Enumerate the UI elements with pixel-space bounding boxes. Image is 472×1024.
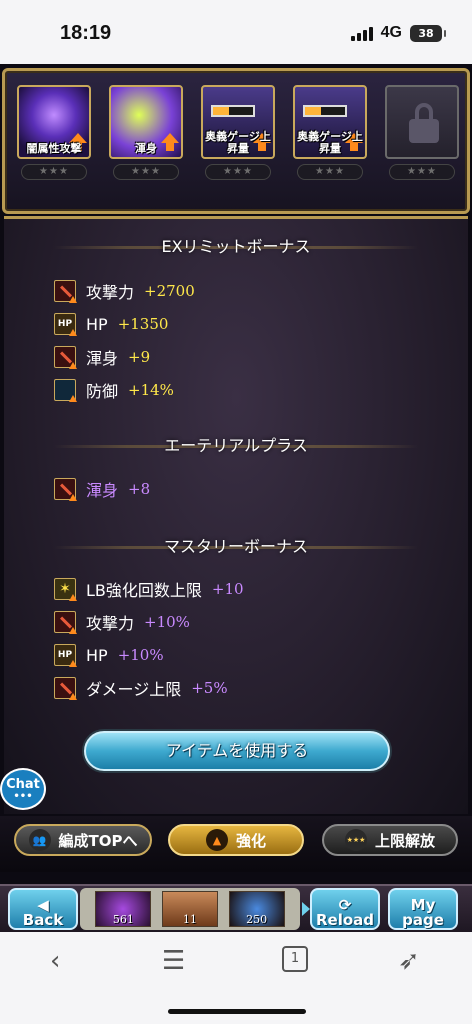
skill-dark-attack[interactable]: 闇属性攻撃 ★★★ <box>17 85 91 180</box>
bonus-name: 攻撃力 <box>86 614 135 633</box>
skill-stars: ★★★ <box>389 164 455 180</box>
chevron-right-icon[interactable] <box>302 902 310 916</box>
quick-item[interactable]: 11 <box>161 891 218 927</box>
bonus-name: 渾身 <box>86 481 119 500</box>
bonus-name: 攻撃力 <box>86 283 135 302</box>
hp-icon: HP <box>54 644 77 667</box>
quick-items: 561 11 250 <box>80 888 310 930</box>
attack-icon <box>54 478 77 501</box>
bonus-row: 防御 +14% <box>54 378 174 402</box>
game-navbar: ◀ Back 561 11 250 ⟳ Reload My page <box>0 884 472 932</box>
section-header-mastery: マスタリーボーナス <box>54 535 418 559</box>
reload-button[interactable]: ⟳ Reload <box>310 888 380 930</box>
bonus-name: ダメージ上限 <box>86 680 182 699</box>
lock-icon <box>385 85 459 159</box>
chat-dots: ••• <box>13 791 33 802</box>
attack-icon <box>54 346 77 369</box>
up-arrow-icon <box>161 133 179 151</box>
skill-gauge-2[interactable]: 奥義ゲージ上昇量 ★★★ <box>293 85 367 180</box>
action-bar: 👥 編成TOPへ ▲ 強化 ★★★ 上限解放 <box>0 816 472 872</box>
skill-label: 奥義ゲージ上昇量 <box>297 130 363 155</box>
use-item-button[interactable]: アイテムを使用する <box>84 731 390 771</box>
skill-row: 闇属性攻撃 ★★★ 渾身 ★★★ 奥義ゲージ上昇量 ★★★ 奥義ゲージ上昇量 ★… <box>2 68 470 214</box>
bonus-name: HP <box>86 645 108 665</box>
bonus-row: HP HP +1350 <box>54 312 168 336</box>
quick-item[interactable]: 561 <box>95 891 152 927</box>
skill-stars: ★★★ <box>21 164 87 180</box>
tabs-button[interactable]: 1 <box>282 946 308 972</box>
browser-back-icon[interactable]: ‹ <box>50 946 60 976</box>
status-bar: 18:19 4G 38 <box>0 0 472 64</box>
party-icon: 👥 <box>28 829 51 851</box>
dark-attack-icon: 闇属性攻撃 <box>17 85 91 159</box>
enhance-label: 強化 <box>235 831 266 850</box>
limit-break-icon: ✶ <box>54 578 77 601</box>
up-arrow-icon: ▲ <box>205 829 228 851</box>
skill-label: 奥義ゲージ上昇量 <box>205 130 271 155</box>
chat-button[interactable]: Chat ••• <box>0 768 46 810</box>
skill-locked[interactable]: ★★★ <box>385 85 459 180</box>
signal-icon <box>350 25 373 41</box>
skill-gauge-1[interactable]: 奥義ゲージ上昇量 ★★★ <box>201 85 275 180</box>
bonus-name: 渾身 <box>86 349 119 368</box>
bonus-value: +10% <box>144 613 190 631</box>
bonus-value: +10% <box>117 646 164 664</box>
uncap-button[interactable]: ★★★ 上限解放 <box>322 824 458 856</box>
bonus-row: 渾身 +8 <box>54 477 150 501</box>
bonus-value: +5% <box>191 679 228 697</box>
quick-item[interactable]: 250 <box>228 891 285 927</box>
team-top-label: 編成TOPへ <box>58 831 138 850</box>
skill-stars: ★★★ <box>297 164 363 180</box>
bonus-name: 防御 <box>86 382 119 401</box>
uncap-label: 上限解放 <box>374 831 435 850</box>
mypage-button[interactable]: My page <box>388 888 458 930</box>
bonus-name: HP <box>86 314 108 334</box>
hp-icon: HP <box>54 313 77 336</box>
bonus-value: +2700 <box>144 282 195 300</box>
gauge-icon: 奥義ゲージ上昇量 <box>293 85 367 159</box>
skill-stars: ★★★ <box>205 164 271 180</box>
skill-label: 闇属性攻撃 <box>26 142 82 155</box>
stars-icon: ★★★ <box>344 829 367 851</box>
enhance-button[interactable]: ▲ 強化 <box>168 824 304 856</box>
back-button[interactable]: ◀ Back <box>8 888 78 930</box>
status-indicators: 4G 38 <box>350 24 446 42</box>
bonus-row: 攻撃力 +2700 <box>54 279 195 303</box>
might-icon: 渾身 <box>109 85 183 159</box>
skill-label: 渾身 <box>135 142 157 155</box>
attack-icon <box>54 280 77 303</box>
bonus-row: ✶ LB強化回数上限 +10 <box>54 577 244 601</box>
bonus-value: +8 <box>128 480 151 498</box>
bonus-row: ダメージ上限 +5% <box>54 676 228 700</box>
bonus-row: HP HP +10% <box>54 643 164 667</box>
attack-icon <box>54 611 77 634</box>
bonus-value: +9 <box>128 348 151 366</box>
team-top-button[interactable]: 👥 編成TOPへ <box>14 824 152 856</box>
rocket-icon[interactable]: ➶ <box>398 946 420 976</box>
skill-stars: ★★★ <box>113 164 179 180</box>
bonus-name: LB強化回数上限 <box>86 581 202 600</box>
battery-icon: 38 <box>410 24 446 42</box>
attack-icon <box>54 677 77 700</box>
skill-might[interactable]: 渾身 ★★★ <box>109 85 183 180</box>
home-indicator <box>168 1009 306 1014</box>
status-time: 18:19 <box>60 22 112 44</box>
chat-label: Chat <box>6 777 40 792</box>
defense-icon <box>54 379 77 402</box>
bonus-value: +1350 <box>117 315 169 333</box>
network-type: 4G <box>380 24 402 41</box>
gauge-icon: 奥義ゲージ上昇量 <box>201 85 275 159</box>
bonus-value: +10 <box>211 580 244 598</box>
bonus-value: +14% <box>128 381 174 399</box>
section-header-ethereal: エーテリアルプラス <box>54 434 418 458</box>
bonus-panel: EXリミットボーナス 攻撃力 +2700 HP HP +1350 渾身 +9 防… <box>4 216 468 814</box>
bonus-row: 攻撃力 +10% <box>54 610 190 634</box>
menu-icon[interactable]: ☰ <box>162 946 185 976</box>
browser-toolbar: ‹ ☰ 1 ➶ <box>0 932 472 1024</box>
section-header-ex-limit: EXリミットボーナス <box>54 235 418 259</box>
game-view: 闇属性攻撃 ★★★ 渾身 ★★★ 奥義ゲージ上昇量 ★★★ 奥義ゲージ上昇量 ★… <box>0 64 472 932</box>
bonus-row: 渾身 +9 <box>54 345 150 369</box>
